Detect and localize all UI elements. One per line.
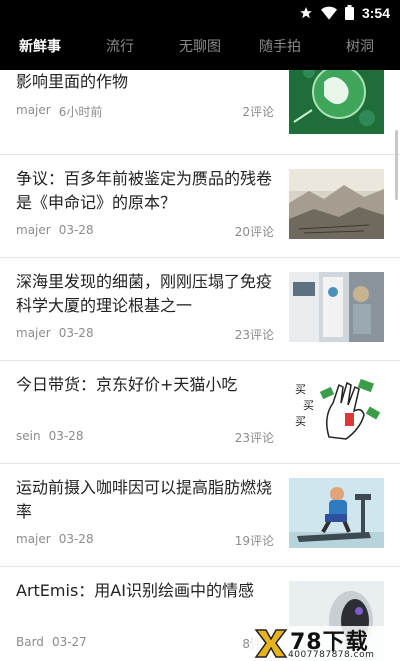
buy-text-3: 买: [295, 415, 306, 428]
feed-item[interactable]: 深海里发现的细菌，刚刚压塌了免疫科学大厦的理论根基之一 majer 03-28 …: [0, 258, 400, 361]
feed-item-comments[interactable]: 23评论: [235, 326, 274, 342]
tab-snapshots[interactable]: 随手拍: [240, 25, 320, 70]
status-time: 3:54: [361, 4, 390, 21]
feed-item-title: 深海里发现的细菌，刚刚压塌了免疫科学大厦的理论根基之一: [16, 272, 273, 315]
feed-item-meta: majer 6小时前 2评论: [16, 103, 274, 119]
feed-item[interactable]: 运动前摄入咖啡因可以提高脂肪燃烧率 majer 03-28 19评论: [0, 464, 400, 567]
feed-item-meta: majer 03-28 20评论: [16, 223, 274, 239]
feed-item-title: 运动前摄入咖啡因可以提高脂肪燃烧率: [16, 478, 273, 521]
feed-item-title: 用半透明太阳能电池制作温室，不会影响里面的作物: [16, 72, 129, 91]
old-engraving-image: [289, 169, 384, 239]
feed-item[interactable]: 争议：百多年前被鉴定为赝品的残卷是《申命记》的原本？ majer 03-28 2…: [0, 155, 400, 258]
feed-item-title: ArtEmis：用AI识别绘画中的情感: [16, 581, 254, 600]
star-icon: [300, 6, 312, 18]
feed-item-thumbnail: 买 买 买: [289, 375, 384, 445]
feed-item-thumbnail: [289, 478, 384, 548]
feed-item-author: majer: [16, 326, 51, 340]
feed-item[interactable]: 今日带货：京东好价+天猫小吃 sein 03-28 23评论 买 买 买: [0, 361, 400, 464]
feed-item-comments[interactable]: 2评论: [242, 103, 274, 119]
tab-latest[interactable]: 新鲜事: [0, 25, 80, 70]
site-watermark: 78下载 4007787878.com: [252, 626, 400, 661]
tab-boring-pics[interactable]: 无聊图: [160, 25, 240, 70]
feed-item-thumbnail: [289, 70, 384, 134]
feed-item-author: Bard: [16, 635, 44, 649]
feed-item-title: 争议：百多年前被鉴定为赝品的残卷是《申命记》的原本？: [16, 169, 273, 212]
treadmill-runner-image: [289, 478, 384, 548]
feed-item-author: majer: [16, 223, 51, 237]
greenhouse-globe-image: [289, 70, 384, 134]
status-bar: 3:54: [0, 0, 400, 25]
feed-item-thumbnail: [289, 272, 384, 342]
feed-item-author: majer: [16, 103, 51, 117]
feed-item-meta: majer 03-28 23评论: [16, 326, 274, 342]
feed-item-meta: Bard 03-27 8评论: [16, 635, 274, 651]
feed-item-time: 03-28: [58, 532, 94, 546]
feed-scrollbar[interactable]: [395, 130, 398, 200]
wifi-icon: [320, 6, 337, 20]
feed-item-comments[interactable]: 19评论: [235, 532, 274, 548]
buy-text-1: 买: [295, 383, 306, 396]
feed-item[interactable]: 用半透明太阳能电池制作温室，不会影响里面的作物 majer 6小时前 2评论: [0, 70, 400, 155]
lab-equipment-image: [289, 272, 384, 342]
feed-item-meta: sein 03-28 23评论: [16, 429, 274, 445]
news-feed[interactable]: 用半透明太阳能电池制作温室，不会影响里面的作物 majer 6小时前 2评论 争…: [0, 70, 400, 661]
feed-item-author: sein: [16, 429, 41, 443]
shopping-doodle-image: 买 买 买: [289, 375, 384, 445]
feed-item-comments[interactable]: 23评论: [235, 429, 274, 445]
category-tab-bar: 新鲜事 流行 无聊图 随手拍 树洞: [0, 25, 400, 70]
watermark-url: 4007787878.com: [288, 650, 375, 660]
feed-item-title: 今日带货：京东好价+天猫小吃: [16, 375, 238, 394]
tab-tree-hole[interactable]: 树洞: [320, 25, 400, 70]
battery-icon: [344, 5, 354, 20]
buy-text-2: 买: [303, 399, 314, 412]
feed-item-time: 6小时前: [58, 105, 103, 119]
feed-item-time: 03-28: [58, 223, 94, 237]
feed-item-meta: majer 03-28 19评论: [16, 532, 274, 548]
tab-popular[interactable]: 流行: [80, 25, 160, 70]
feed-item-comments[interactable]: 20评论: [235, 223, 274, 239]
feed-item-time: 03-27: [51, 635, 87, 649]
feed-item-time: 03-28: [48, 429, 84, 443]
feed-item-author: majer: [16, 532, 51, 546]
feed-item-time: 03-28: [58, 326, 94, 340]
feed-item-thumbnail: [289, 169, 384, 239]
x-logo-icon: [254, 629, 288, 658]
